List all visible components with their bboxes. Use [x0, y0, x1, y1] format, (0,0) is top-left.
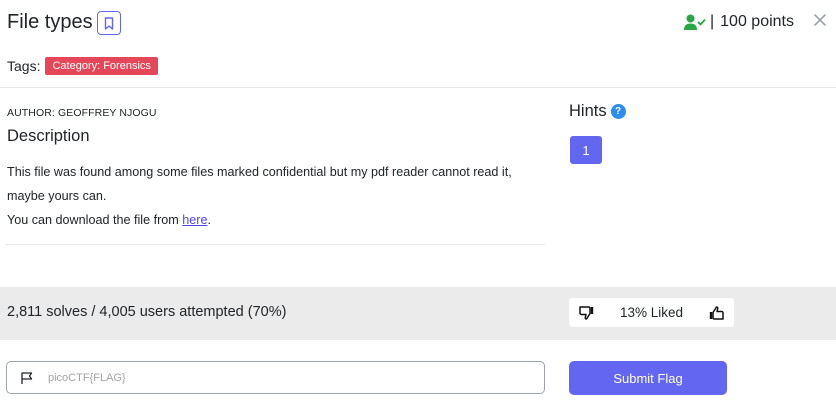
hints-heading-row: Hints ? [569, 102, 626, 121]
header-divider [0, 87, 836, 88]
flag-icon [21, 371, 33, 384]
submit-flag-button[interactable]: Submit Flag [569, 361, 727, 395]
description-line-2-suffix: . [207, 213, 211, 227]
description-heading: Description [7, 127, 90, 145]
bookmark-icon [104, 16, 114, 30]
thumbs-up-icon [709, 305, 724, 320]
dislike-button[interactable] [579, 305, 594, 320]
download-link[interactable]: here [182, 213, 207, 227]
author-line: AUTHOR: GEOFFREY NJOGU [7, 107, 157, 119]
flag-input-container [6, 361, 545, 394]
like-box: 13% Liked [569, 298, 734, 327]
tags-label: Tags: [7, 58, 41, 74]
points-value: 100 points [720, 13, 794, 30]
hint-1-button[interactable]: 1 [570, 136, 602, 164]
points-area: | 100 points [684, 10, 794, 34]
description-text: This file was found among some files mar… [7, 160, 547, 232]
tag-category-forensics[interactable]: Category: Forensics [45, 57, 158, 75]
help-icon[interactable]: ? [610, 104, 626, 119]
close-icon [814, 14, 826, 26]
bookmark-button[interactable] [97, 11, 121, 35]
liked-percentage: 13% Liked [619, 305, 684, 320]
like-button[interactable] [709, 305, 724, 320]
hints-heading: Hints [569, 102, 607, 120]
description-line-1: This file was found among some files mar… [7, 165, 512, 203]
thumbs-down-icon [579, 305, 594, 320]
flag-input[interactable] [46, 370, 530, 385]
close-button[interactable] [811, 9, 829, 31]
user-check-icon [684, 14, 706, 30]
solves-stats: 2,811 solves / 4,005 users attempted (70… [7, 304, 287, 320]
description-line-2: You can download the file from here. [7, 208, 547, 232]
challenge-title: File types [7, 11, 93, 33]
description-line-2-prefix: You can download the file from [7, 213, 183, 227]
tags-row: Tags: Category: Forensics [7, 57, 158, 75]
description-divider [6, 244, 545, 245]
points-separator: | [710, 13, 715, 30]
